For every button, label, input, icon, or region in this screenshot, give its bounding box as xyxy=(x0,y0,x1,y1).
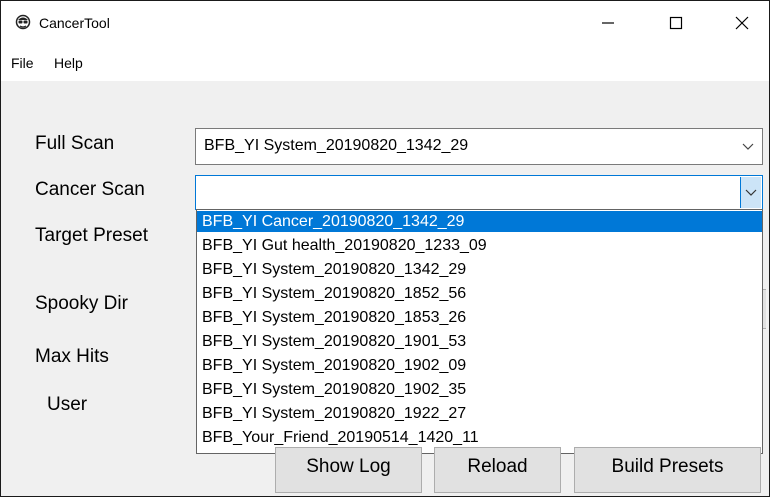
dropdown-option[interactable]: BFB_YI System_20190820_1922_27 xyxy=(197,403,762,424)
dropdown-option[interactable]: BFB_YI System_20190820_1852_56 xyxy=(197,283,762,304)
full-scan-label: Full Scan xyxy=(35,133,115,154)
build-presets-button[interactable]: Build Presets xyxy=(574,447,761,493)
maximize-icon xyxy=(669,16,683,30)
dropdown-option[interactable]: BFB_YI Cancer_20190820_1342_29 xyxy=(197,211,762,232)
close-button[interactable] xyxy=(719,1,765,45)
user-label: User xyxy=(47,394,88,415)
cancer-scan-label: Cancer Scan xyxy=(35,179,145,200)
title-bar[interactable]: CancerTool xyxy=(1,1,769,45)
dropdown-option[interactable]: BFB_YI System_20190820_1853_26 xyxy=(197,307,762,328)
target-preset-label: Target Preset xyxy=(35,225,148,246)
spooky-dir-label: Spooky Dir xyxy=(35,293,128,314)
cancer-scan-combobox[interactable] xyxy=(195,175,763,210)
maximize-button[interactable] xyxy=(653,1,699,45)
minimize-button[interactable] xyxy=(585,1,631,45)
menu-help[interactable]: Help xyxy=(54,55,83,71)
dropdown-option[interactable]: BFB_YI System_20190820_1902_35 xyxy=(197,379,762,400)
chevron-down-icon xyxy=(745,189,757,196)
dropdown-option[interactable]: BFB_Your_Friend_20190514_1420_11 xyxy=(197,427,762,448)
close-icon xyxy=(735,16,749,30)
cancer-scan-dropdown-list: BFB_YI Cancer_20190820_1342_29 BFB_YI Gu… xyxy=(196,209,763,454)
dropdown-option[interactable]: BFB_YI Gut health_20190820_1233_09 xyxy=(197,235,762,256)
app-window: CancerTool File Help Full Scan Cancer Sc… xyxy=(0,0,770,497)
max-hits-label: Max Hits xyxy=(35,346,109,367)
menu-file[interactable]: File xyxy=(11,55,34,71)
reload-button[interactable]: Reload xyxy=(434,447,561,493)
window-title: CancerTool xyxy=(39,15,110,31)
dropdown-option[interactable]: BFB_YI System_20190820_1902_09 xyxy=(197,355,762,376)
dropdown-option[interactable]: BFB_YI System_20190820_1901_53 xyxy=(197,331,762,352)
full-scan-combobox[interactable]: BFB_YI System_20190820_1342_29 xyxy=(195,128,763,165)
chevron-down-icon xyxy=(742,143,754,150)
full-scan-value: BFB_YI System_20190820_1342_29 xyxy=(204,137,469,154)
show-log-button[interactable]: Show Log xyxy=(275,447,422,493)
menu-bar: File Help xyxy=(1,45,769,81)
cancer-scan-dropdown-button[interactable] xyxy=(740,177,761,208)
minimize-icon xyxy=(602,22,614,24)
spy-face-icon xyxy=(15,14,31,30)
dropdown-option[interactable]: BFB_YI System_20190820_1342_29 xyxy=(197,259,762,280)
